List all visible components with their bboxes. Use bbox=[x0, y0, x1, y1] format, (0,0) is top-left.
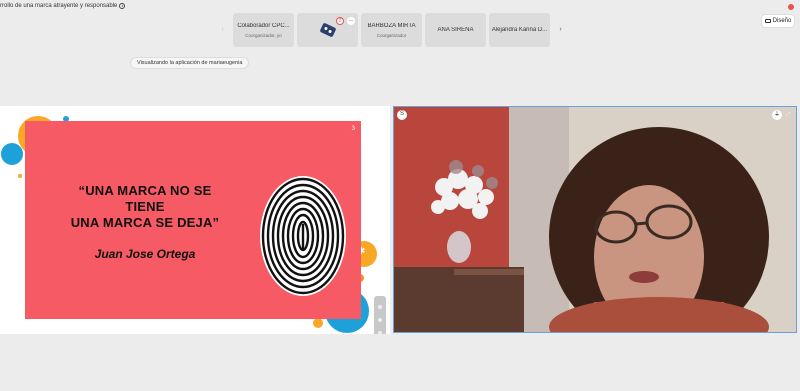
shared-screen: 💡 👍 ✱ 3 “UNA MARCA NO SE TIENE UNA MARCA… bbox=[0, 106, 390, 334]
participant-video[interactable]: S ⏚ ⤢ bbox=[393, 106, 797, 333]
participant-role: Coorganizador bbox=[376, 32, 407, 38]
share-control-bar[interactable] bbox=[374, 296, 386, 334]
video-frame bbox=[394, 107, 796, 332]
layout-button-label: Diseño bbox=[772, 18, 792, 24]
participant-role: Coorganizador, yo bbox=[245, 32, 282, 38]
quote-author: Juan Jose Ortega bbox=[94, 247, 196, 261]
quote-line-1: “UNA MARCA NO SE TIENE bbox=[78, 183, 212, 214]
participant-tile[interactable]: ANA SIRENA bbox=[425, 13, 486, 47]
participant-tile[interactable]: 2 … bbox=[297, 13, 358, 47]
participant-name: Colaborador CPC... bbox=[237, 22, 290, 29]
participant-name: ANA SIRENA bbox=[437, 27, 474, 33]
layout-button[interactable]: Diseño bbox=[761, 14, 795, 28]
video-more-options-button[interactable]: S bbox=[397, 110, 407, 120]
share-control-dot[interactable] bbox=[378, 304, 382, 309]
participant-name: BARBOZA MIRTA bbox=[367, 22, 416, 29]
expand-icon[interactable]: ⤢ bbox=[783, 110, 793, 120]
meeting-title-text: rrollo de una marca atrayente y responsa… bbox=[0, 3, 118, 9]
slide-number: 3 bbox=[351, 126, 355, 132]
participant-tile[interactable]: Alejandra Karina D... bbox=[489, 13, 550, 47]
info-icon[interactable]: i bbox=[119, 3, 126, 9]
more-options-icon[interactable]: … bbox=[347, 17, 355, 25]
layout-icon bbox=[764, 19, 771, 23]
participant-name: Alejandra Karina D... bbox=[491, 27, 548, 33]
mic-icon[interactable]: ⏚ bbox=[772, 110, 782, 120]
viewing-application-label: Visualizando la aplicación de mariaeugen… bbox=[130, 57, 250, 69]
meeting-title: rrollo de una marca atrayente y responsa… bbox=[0, 3, 126, 9]
participant-count-badge: 2 bbox=[336, 17, 344, 25]
avatar bbox=[319, 22, 336, 38]
quote-line-2: UNA MARCA SE DEJA” bbox=[70, 215, 220, 230]
participant-tile[interactable]: BARBOZA MIRTA Coorganizador bbox=[361, 13, 422, 47]
slide-quote: “UNA MARCA NO SE TIENE UNA MARCA SE DEJA… bbox=[65, 183, 225, 231]
share-control-dot[interactable] bbox=[378, 317, 382, 322]
participants-prev-button[interactable]: ‹ bbox=[218, 25, 227, 34]
recording-indicator-icon bbox=[788, 4, 794, 10]
participant-tile[interactable]: Colaborador CPC... Coorganizador, yo bbox=[233, 13, 294, 47]
participants-next-button[interactable]: › bbox=[556, 25, 565, 34]
share-control-dot[interactable] bbox=[378, 330, 382, 334]
fingerprint-icon bbox=[260, 176, 346, 296]
